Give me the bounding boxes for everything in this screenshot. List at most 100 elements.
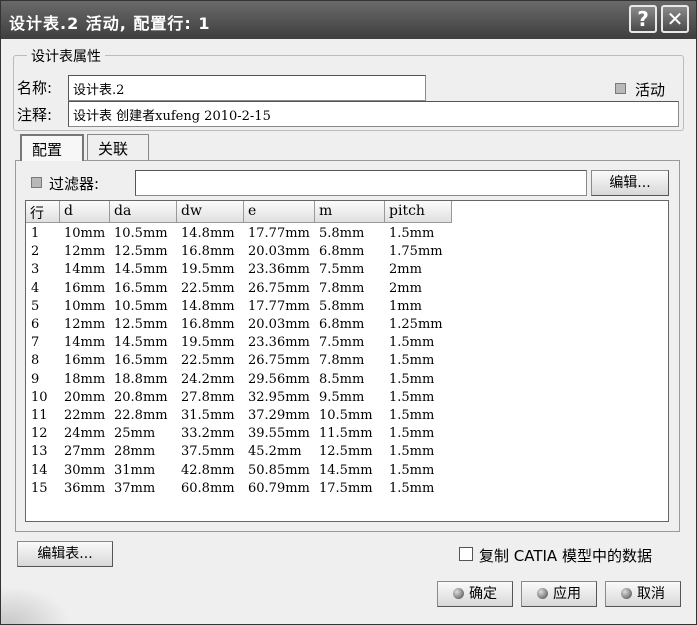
cell-da: 16.5mm xyxy=(114,280,168,296)
ok-indicator-icon xyxy=(453,588,464,599)
cell-pitch: 1.5mm xyxy=(389,371,435,387)
cell-dw: 22.5mm xyxy=(181,280,235,296)
cell-dw: 37.5mm xyxy=(181,444,235,460)
cell-dw: 14.8mm xyxy=(181,226,235,241)
column-header-m[interactable]: m xyxy=(315,201,385,223)
cell-m: 11.5mm xyxy=(319,426,373,442)
cell-da: 16.5mm xyxy=(114,353,168,369)
cell-pitch: 1.5mm xyxy=(389,426,435,442)
table-row[interactable]: 5 10mm 10.5mm 14.8mm 17.77mm 5.8mm 1mm xyxy=(26,298,668,316)
cell-da: 37mm xyxy=(114,480,156,496)
title-bar[interactable]: 设计表.2 活动, 配置行: 1 ? ✕ xyxy=(1,1,696,39)
column-header-da[interactable]: da xyxy=(110,201,177,223)
filter-indicator-icon[interactable] xyxy=(31,177,42,188)
row-number: 12 xyxy=(31,426,48,442)
table-row[interactable]: 14 30mm 31mm 42.8mm 50.85mm 14.5mm 1.5mm xyxy=(26,462,668,480)
cell-m: 5.8mm xyxy=(319,298,365,314)
design-table-dialog: 设计表.2 活动, 配置行: 1 ? ✕ 设计表属性 名称: 设计表.2 活动 … xyxy=(0,0,697,625)
copy-data-checkbox[interactable] xyxy=(459,547,473,561)
filter-input[interactable] xyxy=(135,170,587,196)
cell-d: 36mm xyxy=(64,480,106,496)
column-header-d[interactable]: d xyxy=(60,201,110,223)
table-row[interactable]: 12 24mm 25mm 33.2mm 39.55mm 11.5mm 1.5mm xyxy=(26,425,668,443)
cell-dw: 19.5mm xyxy=(181,335,235,351)
cell-dw: 24.2mm xyxy=(181,371,235,387)
cell-d: 30mm xyxy=(64,462,106,478)
row-number: 4 xyxy=(31,280,40,296)
column-header-dw[interactable]: dw xyxy=(177,201,244,223)
cell-da: 10.5mm xyxy=(114,226,168,241)
cell-m: 6.8mm xyxy=(319,244,365,260)
cell-e: 29.56mm xyxy=(248,371,310,387)
cancel-button-label: 取消 xyxy=(637,586,665,602)
cell-e: 26.75mm xyxy=(248,280,310,296)
table-row[interactable]: 6 12mm 12.5mm 16.8mm 20.03mm 6.8mm 1.25mm xyxy=(26,316,668,334)
active-indicator-icon[interactable] xyxy=(615,83,626,94)
cell-dw: 42.8mm xyxy=(181,462,235,478)
row-number: 11 xyxy=(31,408,48,423)
cell-dw: 33.2mm xyxy=(181,426,235,442)
table-row[interactable]: 4 16mm 16.5mm 22.5mm 26.75mm 7.8mm 2mm xyxy=(26,280,668,298)
cell-da: 20.8mm xyxy=(114,389,168,405)
row-number: 10 xyxy=(31,389,48,405)
table-row[interactable]: 9 18mm 18.8mm 24.2mm 29.56mm 8.5mm 1.5mm xyxy=(26,371,668,389)
table-row[interactable]: 1 10mm 10.5mm 14.8mm 17.77mm 5.8mm 1.5mm xyxy=(26,225,668,243)
table-row[interactable]: 10 20mm 20.8mm 27.8mm 32.95mm 9.5mm 1.5mm xyxy=(26,389,668,407)
name-label: 名称: xyxy=(17,79,53,97)
tab-configuration[interactable]: 配置 xyxy=(20,134,84,161)
table-row[interactable]: 8 16mm 16.5mm 22.5mm 26.75mm 7.8mm 1.5mm xyxy=(26,352,668,370)
table-row[interactable]: 2 12mm 12.5mm 16.8mm 20.03mm 6.8mm 1.75mm xyxy=(26,243,668,261)
row-number: 6 xyxy=(31,317,40,332)
cell-e: 60.79mm xyxy=(248,480,310,496)
cell-da: 18.8mm xyxy=(114,371,168,387)
cell-e: 26.75mm xyxy=(248,353,310,369)
cell-d: 16mm xyxy=(64,280,106,296)
cell-m: 9.5mm xyxy=(319,389,365,405)
comment-field[interactable]: 设计表 创建者xufeng 2010-2-15 xyxy=(68,101,679,127)
resize-grip[interactable] xyxy=(1,586,71,624)
table-row[interactable]: 13 27mm 28mm 37.5mm 45.2mm 12.5mm 1.5mm xyxy=(26,443,668,461)
cell-dw: 16.8mm xyxy=(181,317,235,332)
filter-edit-button[interactable]: 编辑... xyxy=(591,170,669,196)
cell-m: 14.5mm xyxy=(319,462,373,478)
name-field[interactable]: 设计表.2 xyxy=(68,75,426,101)
cell-m: 12.5mm xyxy=(319,444,373,460)
table-row[interactable]: 7 14mm 14.5mm 19.5mm 23.36mm 7.5mm 1.5mm xyxy=(26,334,668,352)
cell-dw: 19.5mm xyxy=(181,262,235,278)
cell-e: 20.03mm xyxy=(248,317,310,332)
row-number: 15 xyxy=(31,480,48,496)
cell-dw: 14.8mm xyxy=(181,298,235,314)
cell-d: 24mm xyxy=(64,426,106,442)
table-row[interactable]: 11 22mm 22.8mm 31.5mm 37.29mm 10.5mm 1.5mm xyxy=(26,407,668,425)
ok-button[interactable]: 确定 xyxy=(437,581,513,607)
row-number: 14 xyxy=(31,462,48,478)
column-header-row[interactable]: 行 xyxy=(26,201,60,223)
cell-m: 6.8mm xyxy=(319,317,365,332)
help-button[interactable]: ? xyxy=(629,5,657,33)
tab-relations[interactable]: 关联 xyxy=(87,134,149,161)
column-header-e[interactable]: e xyxy=(244,201,315,223)
edit-table-button[interactable]: 编辑表... xyxy=(17,541,113,567)
cancel-button[interactable]: 取消 xyxy=(605,581,681,607)
cell-pitch: 1.5mm xyxy=(389,480,435,496)
configuration-table[interactable]: 行 d da dw e m pitch 1 10mm 10.5mm 14.8mm 17.… xyxy=(25,200,669,522)
cell-m: 7.8mm xyxy=(319,280,365,296)
table-row[interactable]: 3 14mm 14.5mm 19.5mm 23.36mm 7.5mm 2mm xyxy=(26,261,668,279)
filter-label: 过滤器: xyxy=(49,175,100,193)
close-icon: ✕ xyxy=(666,7,684,31)
cell-pitch: 1.5mm xyxy=(389,444,435,460)
close-button[interactable]: ✕ xyxy=(661,5,689,33)
row-number: 9 xyxy=(31,371,40,387)
cell-d: 27mm xyxy=(64,444,106,460)
table-row[interactable]: 15 36mm 37mm 60.8mm 60.79mm 17.5mm 1.5mm xyxy=(26,480,668,498)
cell-d: 12mm xyxy=(64,317,106,332)
column-header-pitch[interactable]: pitch xyxy=(385,201,452,223)
cell-e: 17.77mm xyxy=(248,226,310,241)
cell-dw: 31.5mm xyxy=(181,408,235,423)
cell-da: 10.5mm xyxy=(114,298,168,314)
cell-pitch: 1.25mm xyxy=(389,317,443,332)
ok-button-label: 确定 xyxy=(469,586,497,602)
apply-button[interactable]: 应用 xyxy=(521,581,597,607)
cell-d: 22mm xyxy=(64,408,106,423)
cell-pitch: 2mm xyxy=(389,262,422,278)
